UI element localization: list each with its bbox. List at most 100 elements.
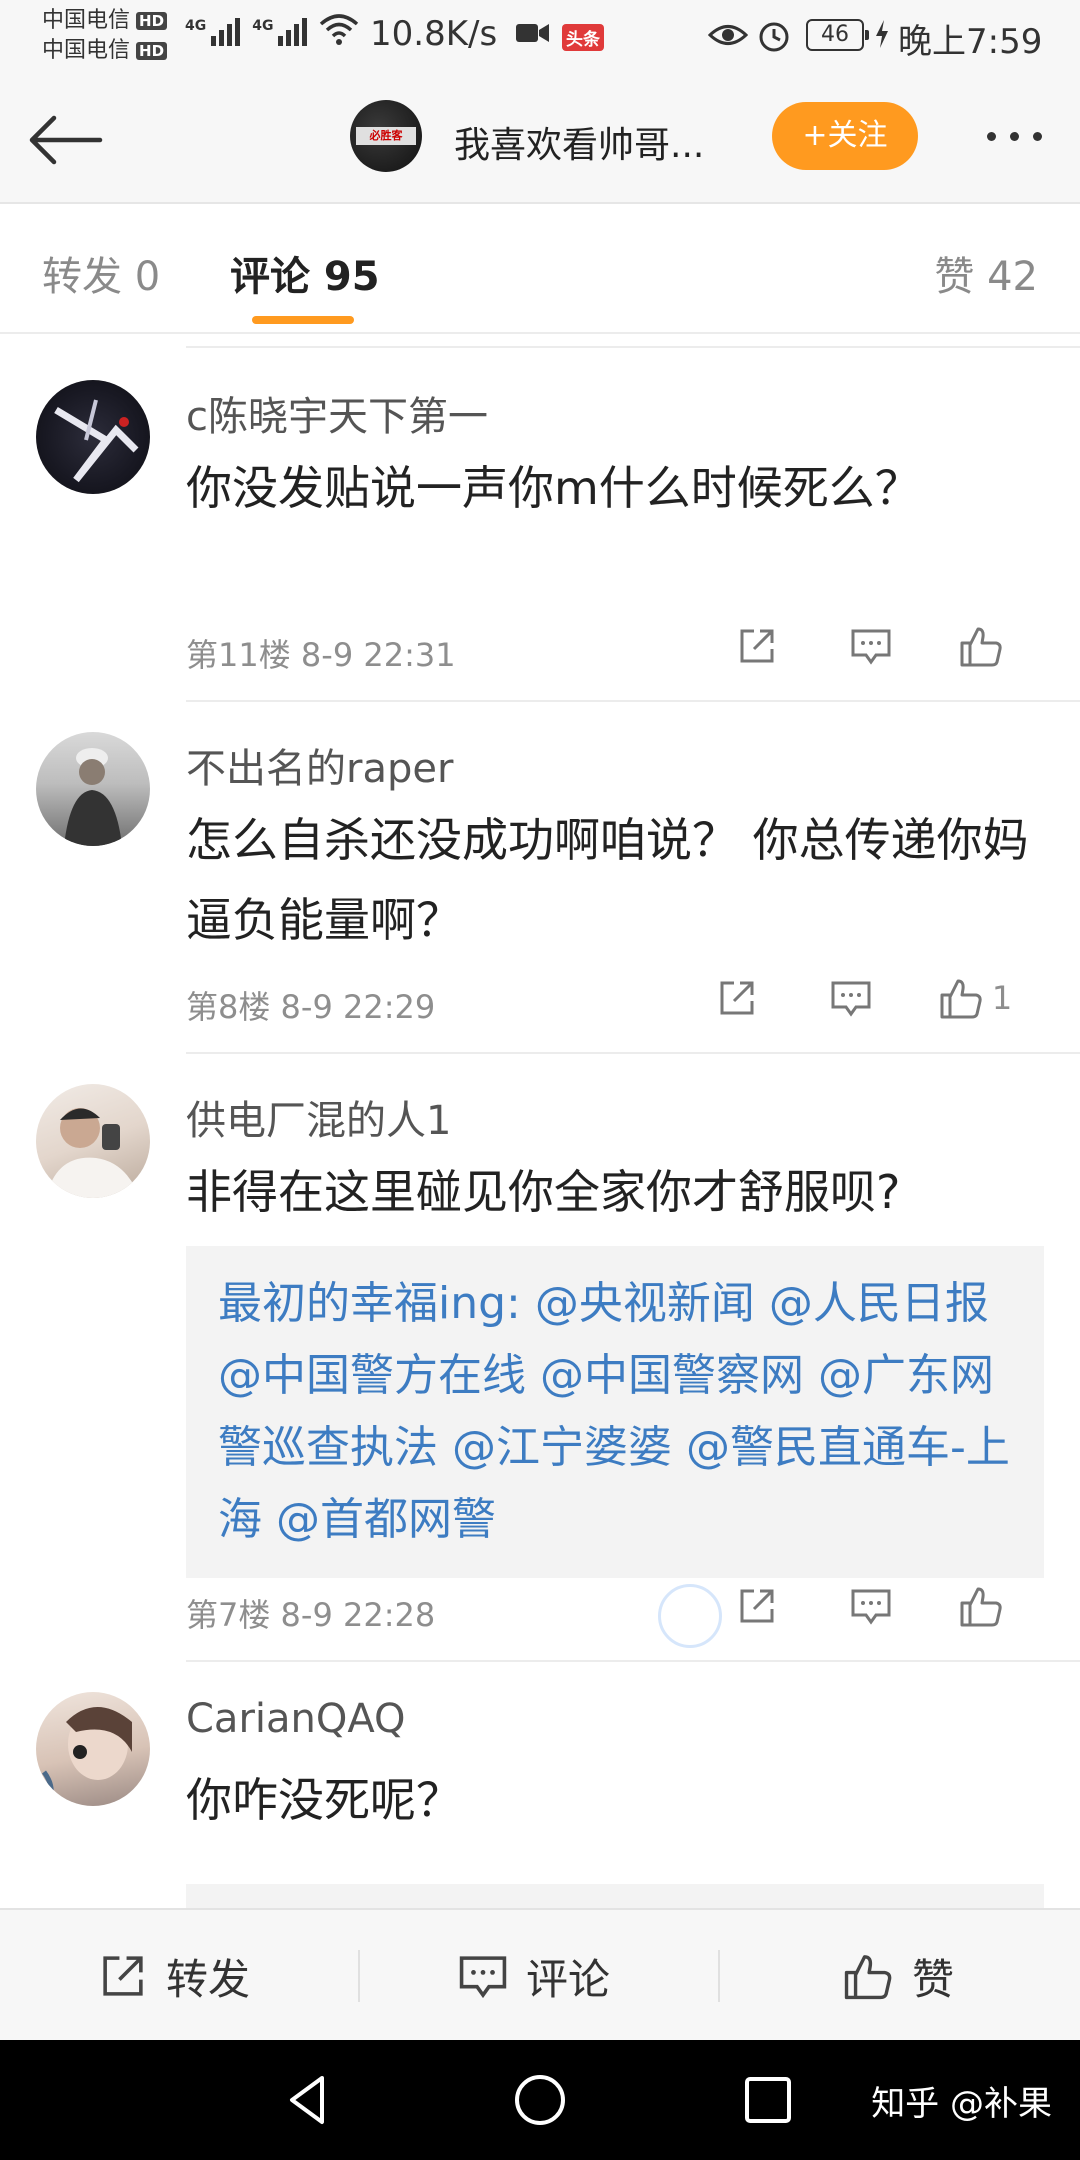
- commenter-avatar[interactable]: [36, 380, 150, 494]
- wifi-icon: [320, 14, 359, 45]
- reply-button[interactable]: [814, 622, 928, 670]
- alarm-icon: [759, 22, 789, 52]
- like-count: 1: [991, 979, 1013, 1017]
- avatar-graphic: [64, 748, 122, 846]
- loading-spinner: [658, 1584, 722, 1648]
- commenter-avatar[interactable]: [36, 732, 150, 846]
- comment-time: 8-9 22:29: [280, 988, 436, 1026]
- author-name[interactable]: 我喜欢看帅哥...: [454, 116, 704, 168]
- system-navigation-bar: 知乎 @补果: [0, 2040, 1080, 2160]
- comment-time: 8-9 22:28: [280, 1596, 436, 1634]
- system-home-button[interactable]: [510, 2070, 570, 2130]
- commenter-name[interactable]: 供电厂混的人1: [186, 1088, 451, 1146]
- commenter-name[interactable]: CarianQAQ: [186, 1696, 406, 1742]
- avatar-graphic: [54, 399, 139, 483]
- bottom-like-button[interactable]: 赞: [842, 1910, 954, 2042]
- network-type: 4G: [252, 18, 274, 34]
- share-icon: [740, 629, 774, 663]
- system-back-button[interactable]: [278, 2070, 338, 2130]
- quoted-comment[interactable]: 最初的幸福ing: @央视新闻 @人民日报 @中国警方在线 @中国警察网 @广东…: [186, 1246, 1044, 1578]
- watermark: 知乎 @补果: [871, 2084, 1052, 2124]
- commenter-name[interactable]: c陈晓宇天下第一: [186, 384, 488, 442]
- thumbs-up-icon: [940, 979, 982, 1019]
- signal-icon: 4G: [252, 18, 308, 46]
- more-options-button[interactable]: [976, 116, 1052, 156]
- carrier-info: 中国电信 HD 中国电信 HD: [42, 6, 168, 66]
- hd-badge: HD: [136, 12, 168, 30]
- divider: [186, 346, 1080, 348]
- bottom-like-label: 赞: [912, 1954, 955, 2004]
- avatar-graphic: [46, 1108, 140, 1198]
- carrier-1: 中国电信: [42, 8, 131, 33]
- comment-actions: [700, 622, 1042, 670]
- comment-meta: 第7楼 8-9 22:28: [186, 1590, 435, 1636]
- commenter-avatar[interactable]: [36, 1084, 150, 1198]
- active-tab-indicator: [252, 316, 354, 324]
- commenter-avatar[interactable]: [36, 1692, 150, 1806]
- thumbs-up-icon: [960, 1587, 1002, 1627]
- bottom-action-bar: 转发 评论 赞: [0, 1908, 1080, 2040]
- comment-actions: 1: [680, 974, 1042, 1022]
- eye-icon: [708, 25, 748, 45]
- signal-icon: 4G: [185, 18, 241, 46]
- commenter-name[interactable]: 不出名的raper: [186, 736, 453, 794]
- more-dot-icon: [1009, 131, 1019, 141]
- divider: [718, 1950, 720, 2002]
- tab-like[interactable]: 赞 42: [934, 244, 1038, 302]
- bottom-repost-button[interactable]: 转发: [98, 1910, 250, 2042]
- circle-home-icon: [515, 2075, 565, 2125]
- comment-icon: [851, 629, 891, 665]
- bottom-comment-button[interactable]: 评论: [458, 1910, 610, 2042]
- comment-icon: [851, 1589, 891, 1625]
- back-button[interactable]: [24, 110, 108, 170]
- share-button[interactable]: [700, 622, 814, 670]
- comment-text: 非得在这里碰见你全家你才舒服呗?: [186, 1165, 901, 1219]
- follow-button[interactable]: +关注: [772, 102, 918, 170]
- bottom-repost-label: 转发: [166, 1954, 251, 2004]
- share-button[interactable]: [680, 974, 794, 1022]
- like-button[interactable]: 1: [908, 974, 1042, 1022]
- like-button[interactable]: [928, 622, 1042, 670]
- avatar-logo-text: 必胜客: [356, 127, 416, 145]
- clock: 晚上7:59: [898, 22, 1043, 62]
- reply-button[interactable]: [814, 1582, 928, 1630]
- share-icon: [720, 981, 754, 1015]
- divider: [186, 700, 1080, 702]
- divider: [186, 1660, 1080, 1662]
- thumbs-up-icon: [960, 627, 1002, 667]
- floor-number: 第8楼: [186, 988, 271, 1026]
- header-bar: 必胜客 我喜欢看帅哥... +关注: [0, 72, 1080, 204]
- divider: [358, 1950, 360, 2002]
- more-dot-icon: [986, 131, 996, 141]
- floor-number: 第7楼: [186, 1596, 271, 1634]
- toutiao-badge: 头条: [562, 24, 604, 51]
- share-icon: [103, 1956, 143, 1996]
- thumbs-up-icon: [844, 1955, 892, 2000]
- detail-tabs: 转发 0 评论 95 赞 42: [0, 206, 1080, 334]
- author-avatar[interactable]: 必胜客: [350, 100, 422, 172]
- comment-icon: [459, 1956, 507, 1999]
- battery-indicator: 46: [806, 19, 869, 51]
- hd-badge: HD: [136, 42, 168, 60]
- back-arrow-icon: [29, 115, 103, 165]
- share-icon: [740, 1589, 774, 1623]
- charging-icon: [876, 20, 888, 48]
- comment-actions: [700, 1582, 1042, 1630]
- signal-icons: 4G 4G: [185, 14, 359, 46]
- bottom-comment-label: 评论: [526, 1954, 611, 2004]
- video-call-icon: [516, 24, 549, 42]
- comment-text: 你没发贴说一声你m什么时候死么？: [186, 461, 921, 515]
- status-bar: 中国电信 HD 中国电信 HD 4G 4G 10.8K/s 头条 46 晚上7:…: [0, 0, 1080, 72]
- triangle-back-icon: [290, 2076, 324, 2124]
- floor-number: 第11楼: [186, 636, 291, 674]
- comment-text: 你咋没死呢？: [186, 1773, 462, 1827]
- tab-repost[interactable]: 转发 0: [42, 244, 160, 302]
- more-dot-icon: [1032, 131, 1042, 141]
- comment-icon: [831, 981, 871, 1017]
- system-recents-button[interactable]: [738, 2070, 798, 2130]
- divider: [186, 1052, 1080, 1054]
- comment-meta: 第11楼 8-9 22:31: [186, 630, 456, 676]
- like-button[interactable]: [928, 1582, 1042, 1630]
- comment-time: 8-9 22:31: [300, 636, 456, 674]
- reply-button[interactable]: [794, 974, 908, 1022]
